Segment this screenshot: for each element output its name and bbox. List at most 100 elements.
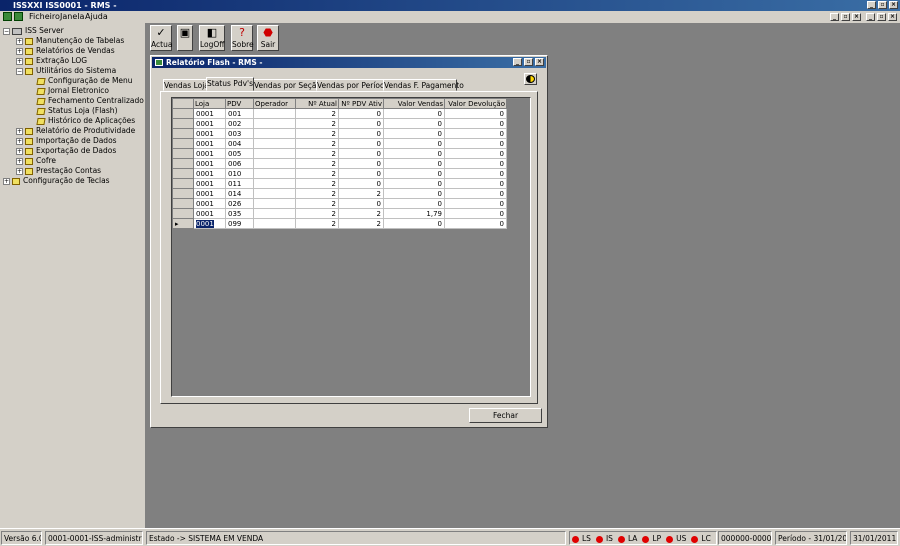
logoff-button[interactable]: ◧ LogOff [199, 25, 225, 51]
table-cell[interactable]: 0 [338, 128, 384, 139]
table-cell[interactable]: 0 [444, 128, 507, 139]
mdi2-restore-button[interactable]: ▫ [877, 13, 886, 21]
collapse-icon[interactable]: − [3, 27, 10, 35]
table-row[interactable]: 0001 003 2 0 0 0 [172, 128, 507, 139]
row-indicator[interactable] [172, 168, 194, 179]
grid-column-header[interactable]: Operador [253, 98, 296, 109]
table-cell[interactable]: 0 [444, 148, 507, 159]
table-cell[interactable]: 2 [338, 188, 384, 199]
contrast-button[interactable] [524, 73, 537, 85]
table-cell[interactable]: 2 [338, 218, 384, 229]
tab-1[interactable]: Status Pdv's [206, 77, 254, 91]
child-minimize-button[interactable]: _ [513, 58, 522, 66]
table-cell[interactable]: 0 [444, 158, 507, 169]
table-cell[interactable]: 0 [444, 198, 507, 209]
table-cell[interactable]: 2 [338, 208, 384, 219]
table-cell[interactable] [253, 198, 296, 209]
table-cell[interactable]: 0 [383, 128, 445, 139]
table-cell[interactable]: 0001 [193, 158, 226, 169]
sobre-button[interactable]: ? Sobre [231, 25, 254, 51]
table-cell[interactable]: 014 [225, 188, 254, 199]
child-close-button[interactable]: × [535, 58, 544, 66]
table-cell[interactable]: 0 [338, 168, 384, 179]
table-cell[interactable]: 0 [383, 198, 445, 209]
window-button[interactable]: ▣ [177, 25, 193, 51]
grid-column-header[interactable]: Nº Atual [295, 98, 339, 109]
tab-0[interactable]: Vendas Loja [163, 79, 209, 91]
row-indicator[interactable] [172, 208, 194, 219]
table-cell[interactable]: 2 [295, 188, 339, 199]
grid-column-header[interactable]: Valor Vendas [383, 98, 445, 109]
table-cell[interactable] [253, 188, 296, 199]
table-cell[interactable]: 0 [383, 178, 445, 189]
table-cell[interactable]: 0 [338, 148, 384, 159]
row-indicator[interactable] [172, 138, 194, 149]
tree-item[interactable]: Jornal Eletronico [36, 86, 109, 96]
table-cell[interactable] [253, 128, 296, 139]
sair-button[interactable]: ⬣ Sair [257, 25, 279, 51]
expand-icon[interactable]: + [16, 147, 23, 155]
tree-item[interactable]: + Extração LOG [16, 56, 87, 66]
tree-item[interactable]: Status Loja (Flash) [36, 106, 118, 116]
table-cell[interactable] [253, 218, 296, 229]
table-cell[interactable]: 0001 [193, 198, 226, 209]
table-cell[interactable]: 004 [225, 138, 254, 149]
grid-column-header[interactable]: PDV [225, 98, 254, 109]
table-cell[interactable]: 2 [295, 108, 339, 119]
tree-item[interactable]: + Configuração de Teclas [3, 176, 110, 186]
table-cell[interactable]: 0 [383, 218, 445, 229]
table-cell[interactable]: 035 [225, 208, 254, 219]
table-cell[interactable]: 0 [383, 118, 445, 129]
table-cell[interactable] [253, 208, 296, 219]
row-indicator[interactable] [172, 128, 194, 139]
table-cell[interactable]: 2 [295, 118, 339, 129]
table-row[interactable]: 0001 035 2 2 1,79 0 [172, 208, 507, 219]
row-indicator[interactable] [172, 108, 194, 119]
table-cell[interactable]: 0001 [193, 138, 226, 149]
tree-item[interactable]: + Exportação de Dados [16, 146, 116, 156]
table-cell[interactable] [253, 168, 296, 179]
tree-item[interactable]: Fechamento Centralizado [36, 96, 144, 106]
table-cell[interactable]: 0 [338, 158, 384, 169]
actua-button[interactable]: ✓ Actua [150, 25, 172, 51]
table-cell[interactable]: 2 [295, 128, 339, 139]
table-cell[interactable]: 0 [444, 178, 507, 189]
table-cell[interactable]: 0 [383, 148, 445, 159]
grid-column-header[interactable]: Loja [193, 98, 226, 109]
table-cell[interactable]: 0 [338, 138, 384, 149]
table-row[interactable]: ▸ 0001 099 2 2 0 0 [172, 218, 507, 229]
table-cell[interactable]: 2 [295, 158, 339, 169]
table-cell[interactable]: 0001 [193, 168, 226, 179]
table-row[interactable]: 0001 014 2 2 0 0 [172, 188, 507, 199]
table-cell[interactable]: 0 [444, 188, 507, 199]
table-cell[interactable]: 0 [444, 138, 507, 149]
grid-column-header[interactable]: Valor Devolução [444, 98, 507, 109]
menu-ajuda[interactable]: Ajuda [85, 11, 108, 23]
table-row[interactable]: 0001 002 2 0 0 0 [172, 118, 507, 129]
tab-4[interactable]: Vendas F. Pagamento [383, 79, 464, 91]
table-cell[interactable] [253, 158, 296, 169]
table-cell[interactable] [253, 108, 296, 119]
mdi2-minimize-button[interactable]: _ [866, 13, 875, 21]
table-row[interactable]: 0001 010 2 0 0 0 [172, 168, 507, 179]
expand-icon[interactable]: + [16, 167, 23, 175]
table-cell[interactable]: 0 [383, 138, 445, 149]
tree-item[interactable]: Configuração de Menu [36, 76, 133, 86]
table-cell[interactable]: 0001 [193, 108, 226, 119]
table-cell[interactable]: 0 [338, 198, 384, 209]
mdi-restore-button[interactable]: ▫ [841, 13, 850, 21]
table-cell[interactable]: 003 [225, 128, 254, 139]
row-indicator[interactable] [172, 198, 194, 209]
table-row[interactable]: 0001 001 2 0 0 0 [172, 108, 507, 119]
table-cell[interactable]: 0001 [193, 178, 226, 189]
table-cell[interactable]: 0001 [193, 128, 226, 139]
table-cell[interactable]: 0 [383, 158, 445, 169]
tab-2[interactable]: Vendas por Seção [253, 79, 321, 91]
tree-item[interactable]: − Utilitários do Sistema [16, 66, 116, 76]
table-row[interactable]: 0001 026 2 0 0 0 [172, 198, 507, 209]
table-cell[interactable]: 0 [444, 108, 507, 119]
table-cell[interactable]: 006 [225, 158, 254, 169]
table-cell[interactable]: 0 [383, 188, 445, 199]
tree-item[interactable]: + Prestação Contas [16, 166, 101, 176]
tree-item[interactable]: + Importação de Dados [16, 136, 117, 146]
